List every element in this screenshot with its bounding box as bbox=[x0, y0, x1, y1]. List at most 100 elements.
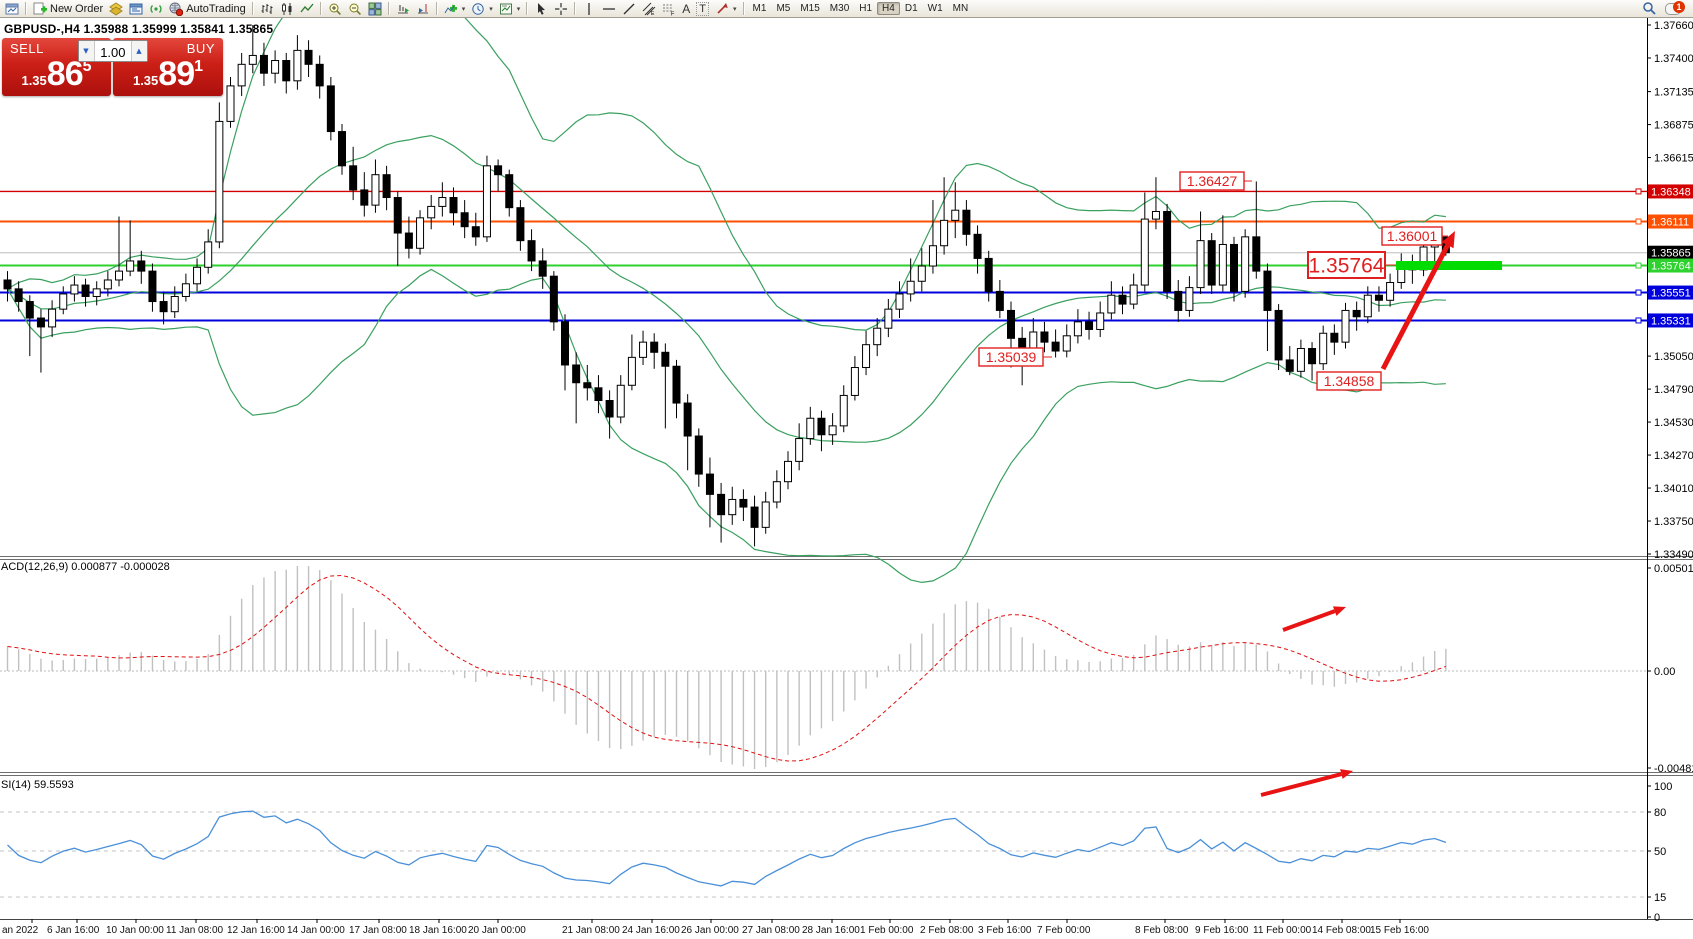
svg-text:1.34790: 1.34790 bbox=[1654, 384, 1693, 396]
timeframe-m5[interactable]: M5 bbox=[771, 2, 795, 15]
svg-text:1.37135: 1.37135 bbox=[1654, 87, 1693, 99]
label-tool[interactable]: T bbox=[693, 1, 712, 17]
auto-scroll-button[interactable] bbox=[393, 1, 413, 17]
clock-icon bbox=[471, 2, 485, 16]
bar-chart-button[interactable] bbox=[257, 1, 277, 17]
crosshair-tool-button[interactable] bbox=[551, 1, 571, 17]
timeframe-mn[interactable]: MN bbox=[948, 2, 974, 15]
autotrading-button[interactable]: AutoTrading bbox=[166, 1, 249, 17]
timeframe-h1[interactable]: H1 bbox=[854, 2, 877, 15]
cursor-tool-button[interactable] bbox=[531, 1, 551, 17]
svg-text:1.35551: 1.35551 bbox=[1651, 288, 1691, 300]
arrows-tool[interactable]: ▾ bbox=[712, 1, 740, 17]
horizontal-line-icon bbox=[602, 2, 616, 16]
level-handle[interactable] bbox=[1636, 318, 1641, 323]
svg-text:1.36615: 1.36615 bbox=[1654, 153, 1693, 165]
timeframe-m30[interactable]: M30 bbox=[825, 2, 854, 15]
level-handle[interactable] bbox=[1636, 189, 1641, 194]
yellow-diamond-icon bbox=[109, 2, 123, 16]
indicators-button[interactable]: ▾ bbox=[441, 1, 469, 17]
chart-window-icon[interactable] bbox=[2, 1, 22, 17]
strategy-signal-icon[interactable] bbox=[146, 1, 166, 17]
templates-button[interactable]: ▾ bbox=[496, 1, 524, 17]
zoom-in-button[interactable] bbox=[325, 1, 345, 17]
toolbar-separator bbox=[574, 2, 576, 15]
chart-shift-icon bbox=[416, 2, 430, 16]
dropdown-caret: ▾ bbox=[489, 5, 493, 13]
bar-chart-icon bbox=[260, 2, 274, 16]
toolbar-separator bbox=[526, 2, 528, 15]
window-icon bbox=[5, 2, 19, 16]
svg-text:1.36875: 1.36875 bbox=[1654, 120, 1693, 132]
macd-histogram bbox=[8, 566, 1446, 769]
tile-windows-icon bbox=[368, 2, 382, 16]
svg-text:F: F bbox=[671, 11, 675, 16]
chart-canvas[interactable]: 1.376601.374001.371351.368751.366151.350… bbox=[0, 0, 1693, 939]
buy-price-big: 89 bbox=[158, 55, 194, 93]
candlestick-chart-button[interactable] bbox=[277, 1, 297, 17]
svg-text:1.35331: 1.35331 bbox=[1651, 315, 1691, 327]
level-handle[interactable] bbox=[1636, 290, 1641, 295]
time-axis[interactable]: an 20226 Jan 16:0010 Jan 00:0011 Jan 08:… bbox=[2, 919, 1429, 936]
timeframe-m15[interactable]: M15 bbox=[795, 2, 824, 15]
trend-arrow[interactable] bbox=[1283, 606, 1346, 630]
cursor-icon bbox=[534, 2, 548, 16]
new-order-icon bbox=[33, 2, 47, 16]
text-tool[interactable]: A bbox=[679, 1, 693, 17]
timeframe-w1[interactable]: W1 bbox=[923, 2, 948, 15]
price-annotation[interactable]: 1.35764 bbox=[1308, 252, 1396, 278]
periods-button[interactable]: ▾ bbox=[468, 1, 496, 17]
horizontal-line-tool[interactable] bbox=[599, 1, 619, 17]
price-annotation[interactable]: 1.36427 bbox=[1180, 172, 1252, 190]
zoom-out-button[interactable] bbox=[345, 1, 365, 17]
arrow-object-icon bbox=[715, 2, 729, 16]
candlesticks bbox=[4, 25, 1449, 546]
trendline-icon bbox=[622, 2, 636, 16]
tile-windows-button[interactable] bbox=[365, 1, 385, 17]
svg-text:E: E bbox=[651, 11, 655, 16]
svg-text:20 Jan 00:00: 20 Jan 00:00 bbox=[468, 925, 526, 936]
zoom-out-icon bbox=[348, 2, 362, 16]
chart-shift-button[interactable] bbox=[413, 1, 433, 17]
timeframe-d1[interactable]: D1 bbox=[900, 2, 923, 15]
svg-text:0: 0 bbox=[1654, 912, 1660, 924]
svg-text:14 Jan 00:00: 14 Jan 00:00 bbox=[287, 925, 345, 936]
indicators-icon bbox=[444, 2, 458, 16]
price-annotation[interactable]: 1.35039 bbox=[979, 348, 1052, 366]
fibonacci-tool[interactable]: F bbox=[659, 1, 679, 17]
one-click-trading-panel: SELL 1.35865 BUY 1.35891 ▼ 1.00 ▲ bbox=[2, 38, 223, 96]
channel-icon: E bbox=[642, 2, 656, 16]
svg-text:12 Jan 16:00: 12 Jan 16:00 bbox=[227, 925, 285, 936]
signal-icon bbox=[149, 2, 163, 16]
volume-increase-button[interactable]: ▲ bbox=[131, 41, 147, 61]
svg-text:50: 50 bbox=[1654, 846, 1666, 858]
price-annotation[interactable]: 1.36001 bbox=[1382, 227, 1448, 245]
new-order-button[interactable]: New Order bbox=[30, 1, 106, 17]
timeframe-m1[interactable]: M1 bbox=[748, 2, 772, 15]
notification-bubble[interactable]: 1 bbox=[1665, 1, 1685, 16]
line-chart-button[interactable] bbox=[297, 1, 317, 17]
channel-tool[interactable]: E bbox=[639, 1, 659, 17]
toolbar-separator bbox=[743, 2, 745, 15]
level-handle[interactable] bbox=[1636, 219, 1641, 224]
data-window-icon[interactable] bbox=[126, 1, 146, 17]
price-annotation[interactable]: 1.34858 bbox=[1317, 372, 1381, 390]
dropdown-caret: ▾ bbox=[733, 5, 737, 13]
green-highlight-bar[interactable] bbox=[1396, 261, 1502, 270]
toolbar-separator bbox=[436, 2, 438, 15]
trendline-tool[interactable] bbox=[619, 1, 639, 17]
svg-text:0.00: 0.00 bbox=[1654, 666, 1675, 678]
search-icon[interactable] bbox=[1642, 1, 1657, 16]
market-watch-icon[interactable] bbox=[106, 1, 126, 17]
timeframe-h4[interactable]: H4 bbox=[877, 2, 900, 15]
notification-count-badge: 1 bbox=[1673, 1, 1685, 13]
svg-text:2 Feb 08:00: 2 Feb 08:00 bbox=[920, 925, 974, 936]
svg-text:8 Feb 08:00: 8 Feb 08:00 bbox=[1135, 925, 1189, 936]
svg-text:80: 80 bbox=[1654, 807, 1666, 819]
svg-text:11 Feb 00:00: 11 Feb 00:00 bbox=[1253, 925, 1312, 936]
trend-arrow[interactable] bbox=[1261, 769, 1353, 795]
rsi-indicator-label: SI(14) 59.5593 bbox=[1, 779, 74, 791]
vertical-line-tool[interactable] bbox=[579, 1, 599, 17]
volume-decrease-button[interactable]: ▼ bbox=[79, 41, 95, 61]
level-handle[interactable] bbox=[1636, 263, 1641, 268]
